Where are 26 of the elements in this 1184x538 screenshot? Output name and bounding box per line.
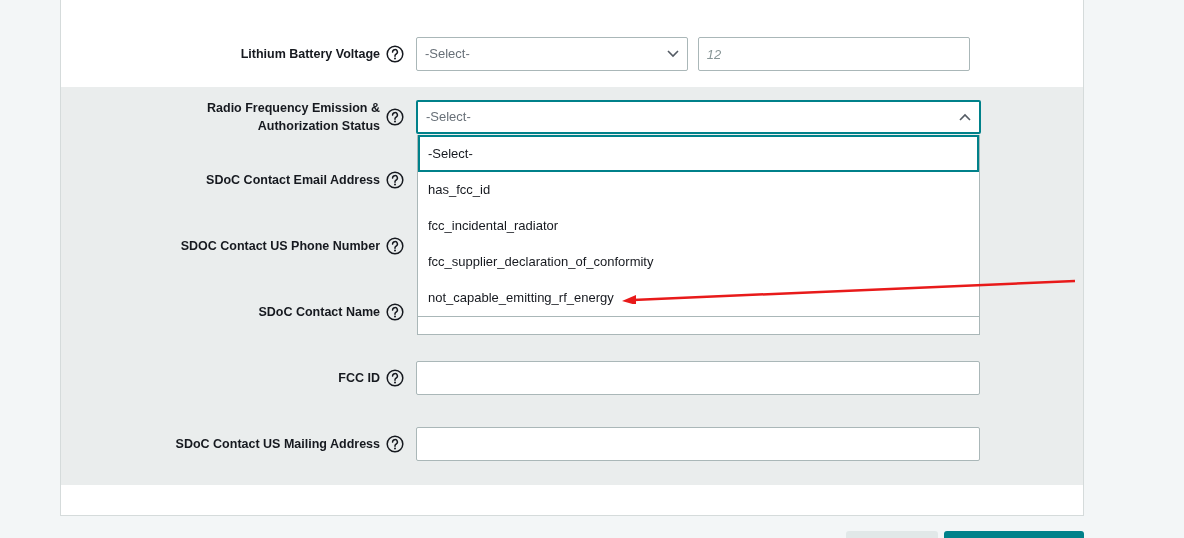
dropdown-option[interactable]: fcc_incidental_radiator <box>418 208 979 244</box>
select-field[interactable]: -Select- <box>416 100 981 134</box>
help-icon[interactable] <box>386 171 404 189</box>
chevron-up-icon <box>959 113 971 121</box>
dropdown-option[interactable]: has_fcc_id <box>418 172 979 208</box>
text-input[interactable] <box>416 361 980 395</box>
field-label: SDoC Contact US Mailing Address <box>175 436 380 453</box>
chevron-down-icon <box>667 50 679 58</box>
dropdown-option[interactable]: -Select- <box>418 135 979 172</box>
field-label: SDoC Contact Email Address <box>206 172 380 189</box>
field-label: FCC ID <box>338 370 380 387</box>
field-label: Radio Frequency Emission & Authorization Status <box>206 100 380 135</box>
field-label: Lithium Battery Voltage <box>240 46 380 63</box>
select-field[interactable]: -Select- <box>416 37 688 71</box>
dropdown-option[interactable]: not_capable_emitting_rf_energy <box>418 280 979 316</box>
field-label: SDOC Contact US Phone Number <box>180 238 380 255</box>
text-input[interactable] <box>416 427 980 461</box>
help-icon[interactable] <box>386 303 404 321</box>
field-label: SDoC Contact Name <box>258 304 380 321</box>
help-icon[interactable] <box>386 108 404 126</box>
help-icon[interactable] <box>386 237 404 255</box>
help-icon[interactable] <box>386 45 404 63</box>
help-icon[interactable] <box>386 435 404 453</box>
number-input[interactable]: 12 <box>697 37 970 71</box>
dropdown-option[interactable]: fcc_supplier_declaration_of_conformity <box>418 244 979 280</box>
help-icon[interactable] <box>386 369 404 387</box>
